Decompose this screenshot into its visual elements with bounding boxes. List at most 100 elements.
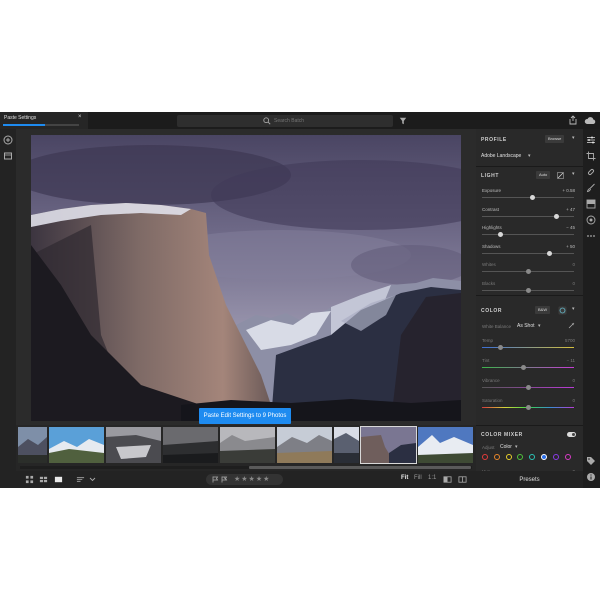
adjust-label: Adjust <box>482 445 495 450</box>
curve-icon[interactable] <box>557 172 564 179</box>
slider-track[interactable] <box>482 405 574 410</box>
slider-knob[interactable] <box>530 195 536 200</box>
slider-track[interactable] <box>482 213 574 219</box>
auto-button[interactable]: Auto <box>536 171 551 179</box>
split-view-icon[interactable] <box>458 475 467 484</box>
slider-knob[interactable] <box>497 345 503 350</box>
filmstrip-thumb-selected[interactable] <box>360 426 417 464</box>
slider-label: Saturation <box>482 398 503 403</box>
search-box[interactable] <box>177 115 393 127</box>
slider-track[interactable] <box>482 385 574 390</box>
divider <box>476 425 583 426</box>
slider-track[interactable] <box>482 365 574 370</box>
profile-chevron-icon[interactable]: ▾ <box>572 135 575 141</box>
profile-dropdown[interactable]: Adobe Landscape <box>481 153 521 159</box>
slider-track[interactable] <box>482 195 574 200</box>
color-swatch[interactable] <box>552 454 559 460</box>
search-input[interactable] <box>274 117 364 125</box>
flag-reject-icon[interactable] <box>221 476 228 483</box>
flag-pick-icon[interactable] <box>212 476 219 483</box>
adjust-dropdown[interactable]: Color <box>500 444 512 450</box>
color-swatch-selected[interactable] <box>541 454 547 460</box>
slider-knob[interactable] <box>525 385 531 390</box>
color-swatch[interactable] <box>482 454 488 460</box>
filmstrip <box>16 425 476 471</box>
bw-button[interactable]: B&W <box>535 306 551 314</box>
presets-button[interactable]: Presets <box>476 471 583 488</box>
filmstrip-thumb[interactable] <box>163 427 218 463</box>
slider-knob[interactable] <box>554 213 560 219</box>
color-swatch[interactable] <box>505 454 512 460</box>
white-balance-label: White Balance <box>482 324 512 329</box>
healing-brush-icon[interactable] <box>586 167 596 177</box>
slider-track[interactable] <box>482 345 574 350</box>
color-chevron-icon[interactable]: ▾ <box>572 306 575 312</box>
filmstrip-thumb[interactable] <box>18 427 47 463</box>
photo-grid-icon[interactable] <box>39 475 48 484</box>
edit-sliders-icon[interactable] <box>586 135 596 145</box>
detail-view-icon[interactable] <box>54 475 63 484</box>
slider-track[interactable] <box>482 269 574 274</box>
sort-chevron-icon[interactable] <box>89 475 96 484</box>
filmstrip-thumb[interactable] <box>106 427 161 463</box>
cloud-icon[interactable] <box>584 116 596 125</box>
compare-icon[interactable] <box>443 475 452 484</box>
color-mixer-toggle[interactable] <box>567 432 576 437</box>
slider-knob[interactable] <box>520 365 526 370</box>
tab-paste-settings[interactable]: Paste Settings × <box>0 112 88 129</box>
slider-track[interactable] <box>482 250 574 256</box>
library-icon[interactable] <box>3 151 13 161</box>
eyedropper-icon[interactable] <box>568 322 575 329</box>
filter-icon[interactable] <box>399 117 407 125</box>
slider-label: Shadows <box>482 243 501 249</box>
right-tool-rail <box>583 129 600 488</box>
slider-track[interactable] <box>482 232 574 237</box>
more-options-icon[interactable] <box>586 231 596 241</box>
radial-gradient-icon[interactable] <box>586 215 596 225</box>
profile-section-title: PROFILE <box>481 137 507 143</box>
paste-settings-button[interactable]: Paste Edit Settings to 9 Photos <box>199 408 291 424</box>
color-swatch[interactable] <box>493 454 500 460</box>
filmstrip-scrollbar[interactable] <box>20 466 472 469</box>
slider-knob[interactable] <box>546 250 552 256</box>
slider-label: Vibrance <box>482 378 500 383</box>
color-swatch[interactable] <box>529 454 536 460</box>
browse-profiles-button[interactable]: Browse <box>545 135 565 143</box>
slider-knob[interactable] <box>525 405 531 410</box>
white-balance-chevron-icon[interactable]: ▾ <box>538 323 541 329</box>
square-grid-icon[interactable] <box>25 475 34 484</box>
zoom-fill-button[interactable]: Fill <box>414 475 422 481</box>
color-swatch[interactable] <box>564 454 571 460</box>
close-tab-icon[interactable]: × <box>78 114 82 120</box>
star-rating[interactable]: ★★★★★ <box>234 474 270 485</box>
zoom-fit-button[interactable]: Fit <box>401 475 408 481</box>
filmstrip-thumb[interactable] <box>334 427 359 463</box>
share-icon[interactable] <box>568 115 578 125</box>
keyword-tag-icon[interactable] <box>586 456 596 466</box>
filmstrip-scroll-thumb[interactable] <box>249 466 471 469</box>
slider-knob[interactable] <box>525 269 531 274</box>
slider-knob[interactable] <box>497 232 503 237</box>
adjust-chevron-icon[interactable]: ▾ <box>515 444 518 450</box>
slider-value: − 11 <box>566 358 575 363</box>
zoom-1to1-button[interactable]: 1:1 <box>428 475 436 481</box>
brush-icon[interactable] <box>586 183 596 193</box>
sort-icon[interactable] <box>76 475 85 484</box>
filmstrip-thumb[interactable] <box>220 427 275 463</box>
color-grading-icon[interactable] <box>558 306 567 315</box>
info-icon[interactable] <box>586 472 596 482</box>
filmstrip-thumb[interactable] <box>277 427 332 463</box>
profile-dropdown-chevron-icon[interactable]: ▾ <box>528 153 531 159</box>
paste-progress-bar <box>3 124 79 126</box>
search-icon <box>263 117 271 125</box>
slider-knob[interactable] <box>525 287 531 293</box>
light-chevron-icon[interactable]: ▾ <box>572 171 575 177</box>
white-balance-dropdown[interactable]: As Shot <box>517 323 535 329</box>
color-swatch[interactable] <box>517 454 524 460</box>
filmstrip-thumb[interactable] <box>418 427 473 463</box>
add-photos-icon[interactable] <box>3 135 13 145</box>
linear-gradient-icon[interactable] <box>586 199 596 209</box>
slider-track[interactable] <box>482 287 574 293</box>
filmstrip-thumb[interactable] <box>49 427 104 463</box>
crop-icon[interactable] <box>586 151 596 161</box>
